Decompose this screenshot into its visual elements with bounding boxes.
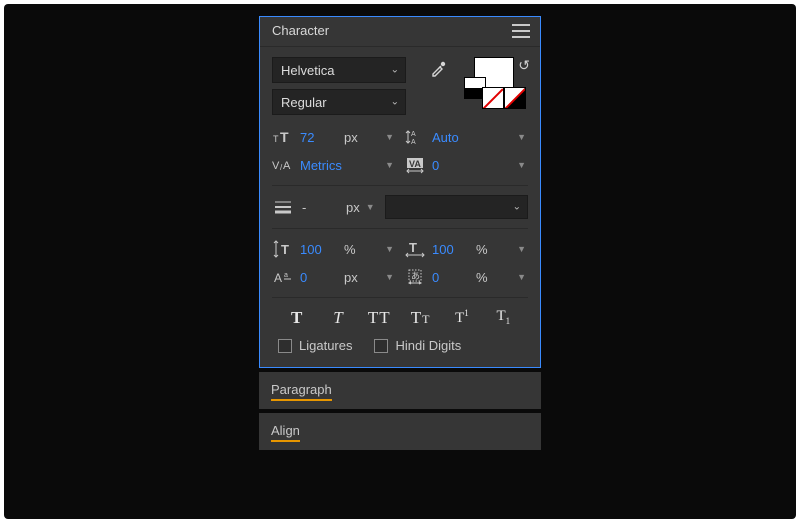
stroke-width-value: -	[302, 200, 342, 215]
hindi-digits-label: Hindi Digits	[395, 338, 461, 353]
align-panel[interactable]: Align	[259, 413, 541, 450]
text-style-buttons: T T TT TT T1 T1	[276, 308, 524, 328]
font-style-value: Regular	[281, 95, 327, 110]
paragraph-panel[interactable]: Paragraph	[259, 372, 541, 409]
character-panel-header: Character	[260, 17, 540, 47]
ligatures-checkbox[interactable]: Ligatures	[278, 338, 352, 353]
svg-text:A: A	[411, 131, 416, 138]
panel-stack: Character Helvetica ⌄ Regular	[259, 16, 541, 519]
stroke-width-icon	[272, 200, 294, 214]
stroke-width-unit: px	[346, 200, 360, 215]
checkbox-icon	[374, 339, 388, 353]
svg-text:A: A	[274, 271, 282, 285]
kerning-field[interactable]: V/A Metrics ▼	[272, 153, 396, 177]
no-fill-swatch[interactable]	[482, 87, 504, 109]
ligatures-label: Ligatures	[299, 338, 352, 353]
dropdown-caret-icon: ▼	[517, 244, 528, 254]
tracking-icon: VA	[404, 157, 426, 173]
dropdown-caret-icon: ▼	[517, 132, 528, 142]
kerning-icon: V/A	[272, 157, 294, 173]
svg-text:V: V	[272, 160, 280, 172]
divider	[272, 228, 528, 229]
leading-value: Auto	[432, 130, 472, 145]
font-size-icon: TT	[272, 129, 294, 145]
panel-menu-button[interactable]	[512, 24, 530, 38]
leading-icon: A A	[404, 129, 426, 145]
faux-italic-button[interactable]: T	[323, 308, 353, 328]
horizontal-scale-icon: T	[404, 240, 426, 258]
vertical-scale-value: 100	[300, 242, 340, 257]
baseline-shift-unit: px	[344, 270, 358, 285]
app-frame: Character Helvetica ⌄ Regular	[4, 4, 796, 519]
hindi-digits-checkbox[interactable]: Hindi Digits	[374, 338, 461, 353]
small-caps-button[interactable]: TT	[406, 308, 436, 328]
svg-text:A: A	[411, 139, 416, 146]
svg-text:T: T	[409, 240, 417, 255]
svg-text:A: A	[283, 160, 291, 172]
subscript-button[interactable]: T1	[488, 308, 518, 328]
all-caps-button[interactable]: TT	[364, 308, 394, 328]
tracking-value: 0	[432, 158, 472, 173]
dropdown-caret-icon: ▼	[517, 272, 528, 282]
stroke-width-field[interactable]: - px ▼	[302, 195, 377, 219]
horizontal-scale-field[interactable]: T 100 % ▼	[404, 237, 528, 261]
align-panel-title: Align	[271, 423, 300, 442]
character-panel-title: Character	[272, 23, 329, 38]
baseline-shift-icon: A a	[272, 269, 294, 285]
font-size-unit: px	[344, 130, 358, 145]
svg-text:T: T	[280, 129, 289, 145]
divider	[272, 185, 528, 186]
superscript-button[interactable]: T1	[447, 308, 477, 328]
font-size-field[interactable]: TT 72 px ▼	[272, 125, 396, 149]
dropdown-caret-icon: ▼	[385, 132, 396, 142]
chevron-down-icon: ⌄	[513, 202, 521, 213]
dropdown-caret-icon: ▼	[385, 160, 396, 170]
dropdown-caret-icon: ▼	[385, 272, 396, 282]
tsume-unit: %	[476, 270, 488, 285]
character-panel-body: Helvetica ⌄ Regular ⌄	[260, 47, 540, 353]
svg-text:VA: VA	[409, 159, 421, 169]
baseline-shift-field[interactable]: A a 0 px ▼	[272, 265, 396, 289]
checkbox-icon	[278, 339, 292, 353]
svg-text:T: T	[281, 242, 289, 257]
eyedropper-icon	[430, 59, 448, 77]
dropdown-caret-icon: ▼	[385, 244, 396, 254]
stroke-over-fill-swatch[interactable]	[504, 87, 526, 109]
font-size-value: 72	[300, 130, 340, 145]
kerning-value: Metrics	[300, 158, 342, 173]
swap-colors-icon[interactable]: ↺	[518, 57, 530, 74]
dropdown-caret-icon: ▼	[517, 160, 528, 170]
paragraph-panel-title: Paragraph	[271, 382, 332, 401]
horizontal-scale-value: 100	[432, 242, 472, 257]
vertical-scale-icon: T	[272, 240, 294, 258]
dropdown-caret-icon: ▼	[366, 202, 377, 212]
tracking-field[interactable]: VA 0 ▼	[404, 153, 528, 177]
chevron-down-icon: ⌄	[391, 97, 399, 108]
chevron-down-icon: ⌄	[391, 65, 399, 76]
svg-text:あ: あ	[411, 271, 420, 281]
font-family-value: Helvetica	[281, 63, 334, 78]
faux-bold-button[interactable]: T	[282, 308, 312, 328]
baseline-shift-value: 0	[300, 270, 340, 285]
svg-text:T: T	[273, 134, 279, 144]
font-family-dropdown[interactable]: Helvetica ⌄	[272, 57, 406, 83]
tsume-value: 0	[432, 270, 472, 285]
eyedropper-button[interactable]	[430, 59, 448, 77]
svg-text:a: a	[284, 272, 288, 279]
divider	[272, 297, 528, 298]
tsume-field[interactable]: あ 0 % ▼	[404, 265, 528, 289]
horizontal-scale-unit: %	[476, 242, 488, 257]
vertical-scale-field[interactable]: T 100 % ▼	[272, 237, 396, 261]
character-panel: Character Helvetica ⌄ Regular	[259, 16, 541, 368]
color-swatch-group: ↺	[464, 57, 528, 109]
vertical-scale-unit: %	[344, 242, 356, 257]
stroke-style-dropdown[interactable]: ⌄	[385, 195, 528, 219]
leading-field[interactable]: A A Auto ▼	[404, 125, 528, 149]
font-style-dropdown[interactable]: Regular ⌄	[272, 89, 406, 115]
tsume-icon: あ	[404, 269, 426, 285]
